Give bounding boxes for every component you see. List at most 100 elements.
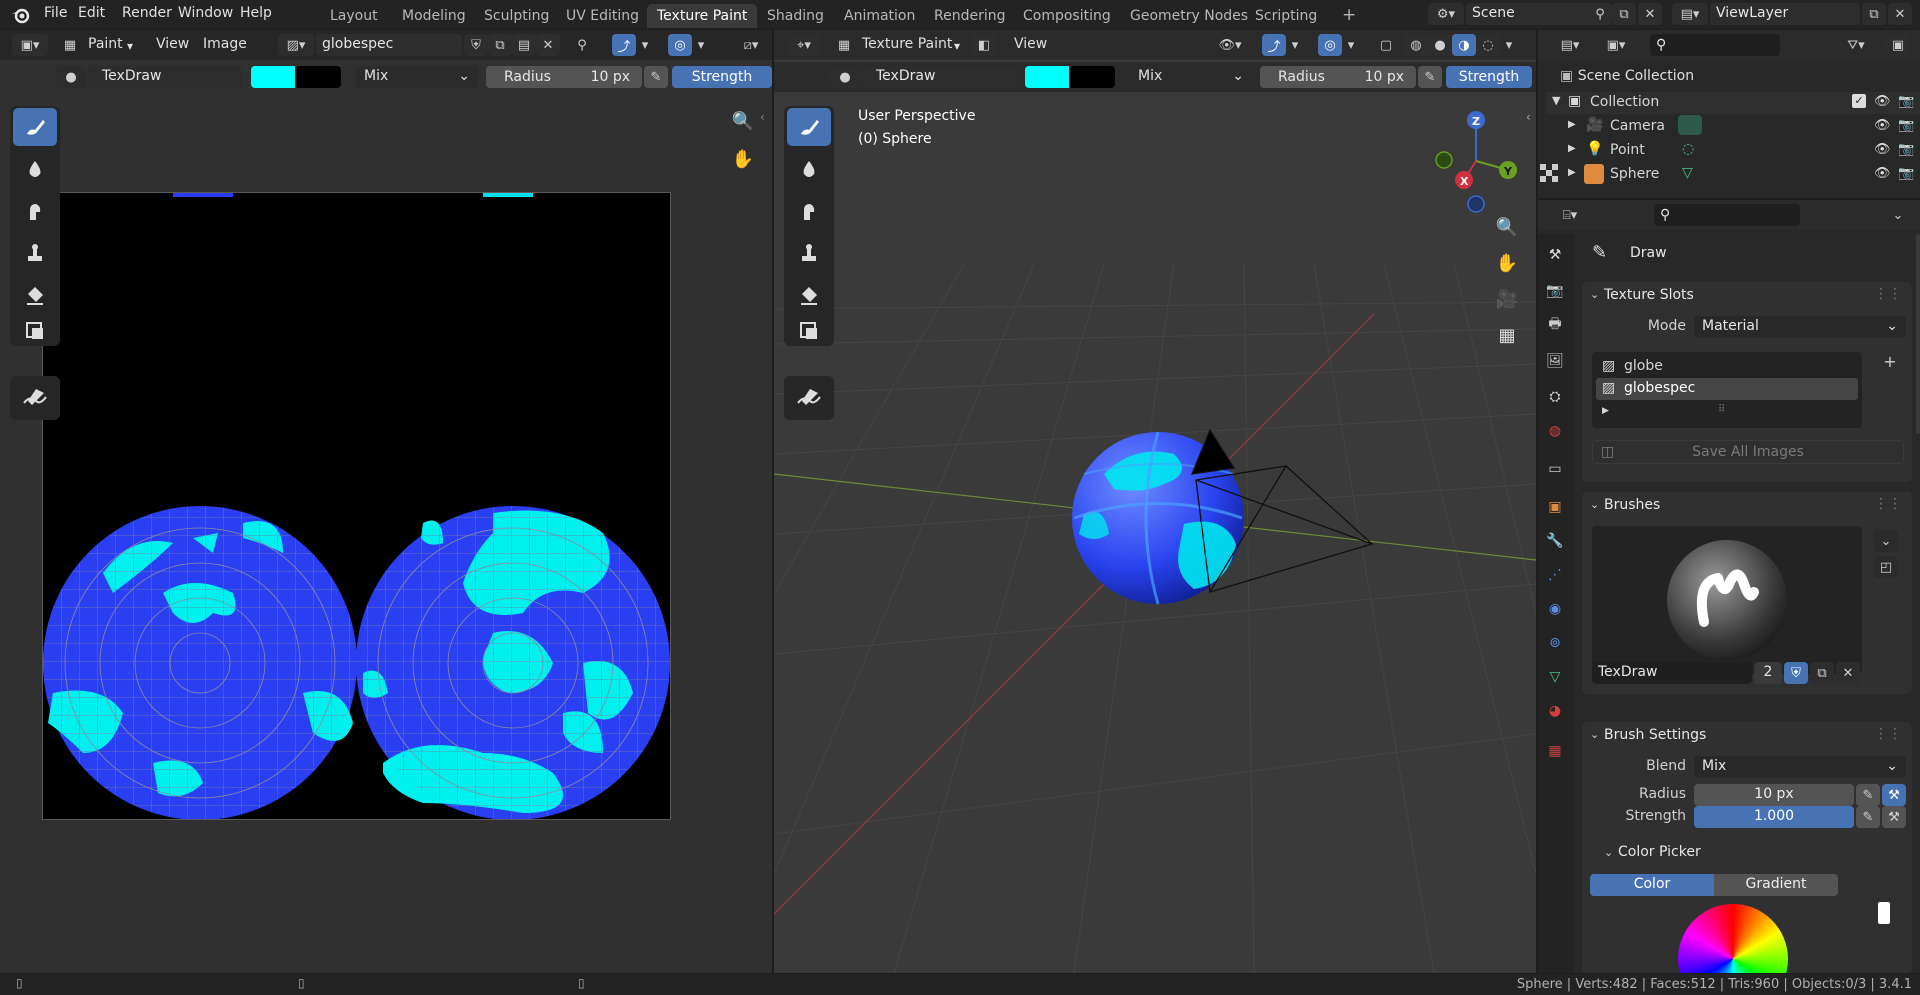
new-image-icon[interactable]: ⧉ — [488, 34, 512, 56]
strength-slider[interactable]: Strength — [1446, 66, 1532, 88]
outliner-row-point[interactable]: ▶ 💡 Point ◌ 👁 📷 — [1546, 140, 1920, 162]
secondary-color-swatch[interactable] — [295, 66, 341, 88]
gizmo-neg-z-axis[interactable] — [1467, 195, 1485, 213]
pan-hand-icon[interactable]: ✋ — [728, 144, 758, 174]
mask-tool-icon[interactable] — [787, 318, 831, 344]
mask-mode-icon[interactable]: ◧ — [972, 34, 996, 56]
clone-tool-icon[interactable] — [13, 234, 57, 272]
blend-dropdown[interactable]: Mix ⌄ — [356, 66, 478, 88]
draw-tool-icon[interactable] — [13, 108, 57, 146]
brush-name-field[interactable]: TexDraw — [862, 66, 1016, 88]
outliner-row-sphere[interactable]: ▶ Sphere ▽ 👁 📷 — [1546, 164, 1920, 186]
strength-unit-icon[interactable]: ⚒ — [1882, 806, 1906, 828]
mesh-data-icon[interactable]: ▽ — [1682, 165, 1693, 181]
smear-tool-icon[interactable] — [13, 192, 57, 230]
render-camera-icon[interactable]: 📷 — [1898, 166, 1914, 181]
overlays-icon[interactable]: ◎ — [1318, 34, 1342, 56]
world-tab-icon[interactable]: ◍ — [1544, 420, 1566, 442]
brush-user-count[interactable]: 2 — [1754, 662, 1782, 684]
visibility-eye-icon[interactable]: 👁 — [1874, 94, 1891, 109]
new-scene-icon[interactable]: ⧉ — [1612, 3, 1636, 25]
overlay-icon[interactable]: ◎ — [668, 34, 692, 56]
chevron-down-icon[interactable]: ▾ — [1502, 34, 1516, 56]
tab-uv-editing[interactable]: UV Editing — [556, 4, 649, 28]
light-data-icon[interactable]: ◌ — [1682, 141, 1694, 157]
drag-handle-icon[interactable]: ⋮⋮ — [1874, 496, 1902, 512]
visibility-eye-icon[interactable]: 👁 — [1874, 118, 1891, 133]
brush-name-field[interactable]: TexDraw — [1592, 662, 1752, 684]
fake-user-shield-icon[interactable]: ⛨ — [1784, 662, 1808, 684]
chevron-down-icon[interactable]: ▾ — [1288, 34, 1302, 56]
view-layer-tab-icon[interactable]: 🖼 — [1544, 350, 1566, 372]
output-tab-icon[interactable]: 🖶 — [1544, 314, 1566, 336]
particles-tab-icon[interactable]: ⋰ — [1544, 564, 1566, 586]
brush-preview[interactable] — [1592, 526, 1862, 674]
outliner-search-input[interactable]: ⚲ — [1650, 34, 1780, 56]
navigation-gizmo[interactable]: Z Y X — [1426, 106, 1526, 216]
tab-texture-paint[interactable]: Texture Paint — [647, 4, 758, 28]
visibility-eye-icon[interactable]: 👁 — [1874, 166, 1891, 181]
clone-tool-icon[interactable] — [787, 234, 831, 272]
pin-image-icon[interactable]: ⚲ — [570, 34, 594, 56]
properties-search-input[interactable]: ⚲ — [1654, 204, 1800, 226]
color-tab[interactable]: Color — [1590, 874, 1714, 896]
soften-tool-icon[interactable] — [787, 150, 831, 188]
menu-window[interactable]: Window — [178, 5, 233, 21]
expand-icon[interactable]: ▶ — [1568, 119, 1576, 130]
tab-sculpting[interactable]: Sculpting — [474, 4, 559, 28]
tool-tab-icon[interactable]: ⚒ — [1544, 244, 1566, 266]
expand-icon[interactable]: ▼ — [1552, 94, 1560, 107]
pin-icon[interactable]: ⚲ — [1588, 3, 1612, 25]
mode-dropdown[interactable]: Material ⌄ — [1694, 316, 1906, 338]
pan-hand-icon[interactable]: ✋ — [1492, 248, 1522, 278]
chevron-down-icon[interactable]: ▾ — [638, 34, 652, 56]
drag-handle-icon[interactable]: ⋮⋮ — [1874, 726, 1902, 742]
menu-help[interactable]: Help — [240, 5, 272, 21]
annotate-tool-icon[interactable] — [13, 379, 57, 417]
menu-edit[interactable]: Edit — [78, 5, 105, 21]
outliner-row-collection[interactable]: ▼ ▣ Collection ✓ 👁 📷 — [1546, 92, 1920, 114]
tab-rendering[interactable]: Rendering — [924, 4, 1016, 28]
texture-slot-item-active[interactable]: ▨ globespec — [1596, 378, 1858, 400]
chevron-down-icon[interactable]: ⌄ — [1886, 204, 1910, 226]
unlink-image-icon[interactable]: ✕ — [536, 34, 560, 56]
expand-icon[interactable]: ▶ — [1568, 167, 1576, 178]
soften-tool-icon[interactable] — [13, 150, 57, 188]
outliner-row-camera[interactable]: ▶ 🎥 Camera 👁 📷 — [1546, 115, 1920, 138]
duplicate-brush-icon[interactable]: ⧉ — [1810, 662, 1834, 684]
view-layer-field[interactable]: ViewLayer — [1710, 3, 1860, 25]
paint-mode-dropdown[interactable]: Paint — [88, 36, 123, 52]
zoom-icon[interactable]: 🔍 — [1492, 212, 1522, 242]
interaction-mode-dropdown[interactable]: Texture Paint — [862, 36, 952, 52]
panel-collapse-icon[interactable]: ⌄ — [1590, 498, 1599, 511]
editor-type-icon[interactable]: ▤▾ — [1552, 34, 1588, 56]
tab-geometry-nodes[interactable]: Geometry Nodes — [1120, 4, 1258, 28]
solid-shading-icon[interactable]: ● — [1428, 34, 1452, 56]
strength-slider[interactable]: Strength — [672, 66, 772, 88]
expand-icon[interactable]: ▶ — [1568, 143, 1576, 154]
image-name-field[interactable]: globespec — [316, 34, 462, 56]
strength-slider[interactable]: 1.000 — [1694, 806, 1854, 828]
gradient-tab[interactable]: Gradient — [1714, 874, 1838, 896]
subpanel-collapse-icon[interactable]: ⌄ — [1604, 846, 1613, 859]
fill-tool-icon[interactable] — [787, 276, 831, 314]
blend-dropdown[interactable]: Mix ⌄ — [1130, 66, 1252, 88]
menu-view[interactable]: View — [1014, 36, 1047, 52]
brush-browse-icon[interactable]: ⌄ — [1874, 530, 1898, 552]
sidebar-toggle-icon[interactable]: ‹ — [1526, 110, 1531, 124]
checkbox-icon[interactable]: ✓ — [1852, 94, 1866, 108]
modifier-tab-icon[interactable]: 🔧 — [1544, 530, 1566, 552]
open-image-icon[interactable]: ▤ — [512, 34, 536, 56]
radius-pressure-icon[interactable]: ✎ — [1856, 784, 1880, 806]
render-camera-icon[interactable]: 📷 — [1898, 118, 1914, 133]
primary-color-swatch[interactable] — [251, 66, 295, 88]
gizmo-neg-y-axis[interactable] — [1435, 151, 1453, 169]
visibility-icon[interactable]: 👁▾ — [1212, 34, 1248, 56]
outliner-scene-collection[interactable]: ▣ Scene Collection — [1560, 68, 1694, 84]
editor-type-icon[interactable]: ⌖▾ — [786, 34, 822, 56]
camera-data-icon[interactable] — [1678, 115, 1702, 135]
fake-user-icon[interactable]: ⛨ — [464, 34, 488, 56]
wireframe-shading-icon[interactable]: ◍ — [1404, 34, 1428, 56]
rendered-shading-icon[interactable]: ◌ — [1476, 34, 1500, 56]
render-tab-icon[interactable]: 📷 — [1544, 280, 1566, 302]
